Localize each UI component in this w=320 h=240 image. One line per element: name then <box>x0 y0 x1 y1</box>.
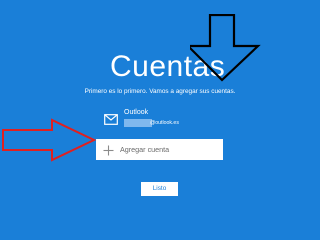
page-subtitle: Primero es lo primero. Vamos a agregar s… <box>84 88 236 95</box>
account-email-domain: @outlook.es <box>150 120 179 126</box>
arrow-down-annotation <box>190 14 261 82</box>
account-provider: Outlook <box>124 109 149 116</box>
account-item-outlook[interactable]: Outlook @outlook.es <box>102 108 212 130</box>
plus-icon <box>103 143 114 156</box>
redacted-email-username <box>124 119 152 127</box>
arrow-right-annotation <box>2 118 97 162</box>
add-account-button[interactable]: Agregar cuenta <box>96 139 223 160</box>
mail-setup-screen: Cuentas Primero es lo primero. Vamos a a… <box>0 0 320 240</box>
done-button[interactable]: Listo <box>141 182 178 196</box>
mail-icon <box>104 112 118 125</box>
add-account-label: Agregar cuenta <box>120 145 170 154</box>
